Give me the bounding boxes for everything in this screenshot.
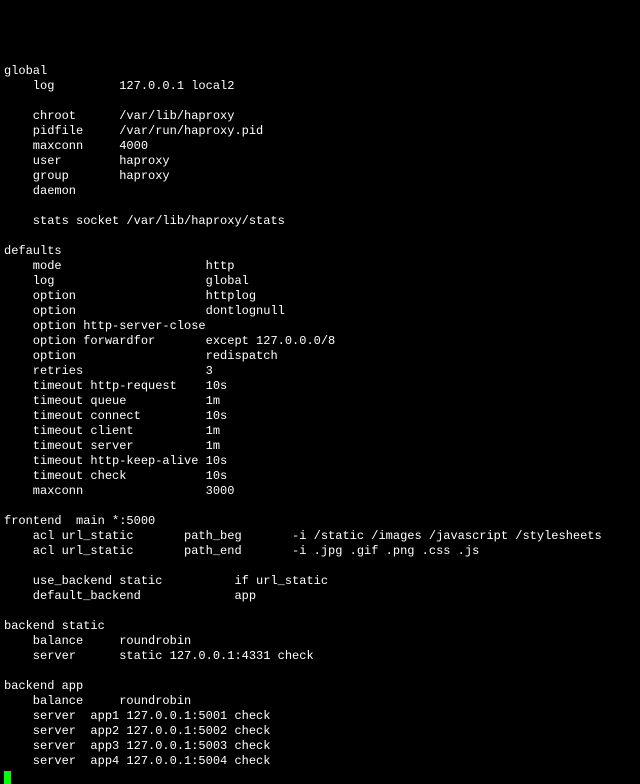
config-content: global log 127.0.0.1 local2 chroot /var/…: [4, 64, 602, 768]
terminal-cursor: [4, 771, 11, 784]
